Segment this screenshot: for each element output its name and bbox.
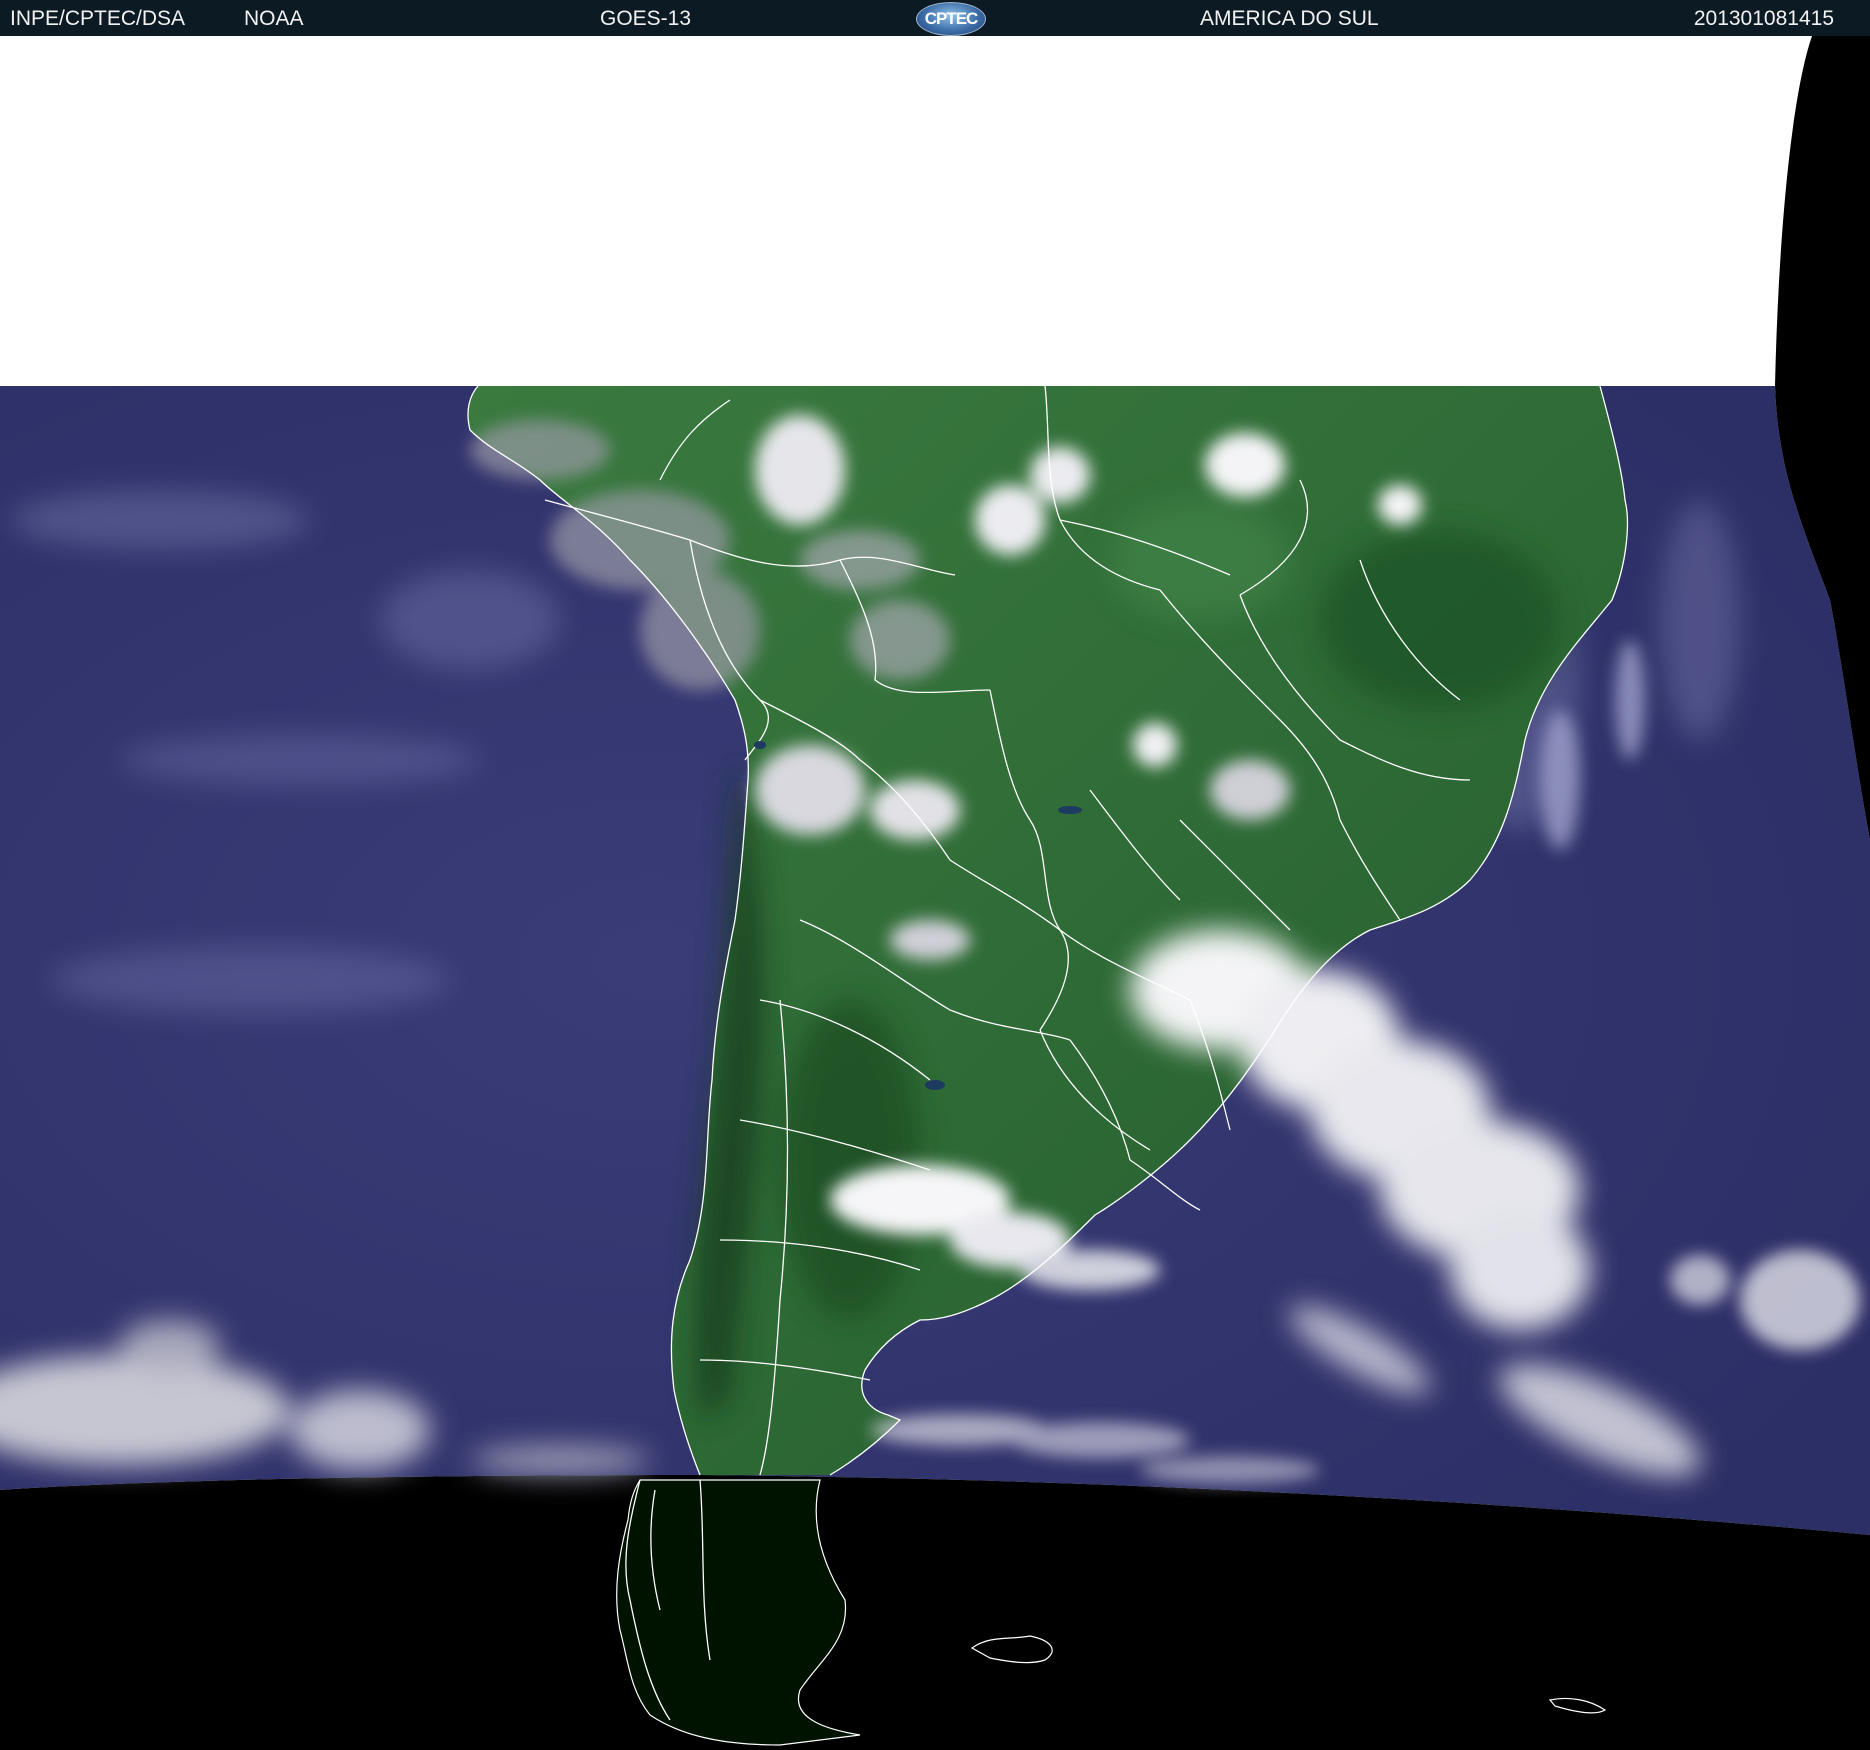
header-bar: INPE/CPTEC/DSA NOAA GOES-13 CPTEC AMERIC…	[0, 0, 1870, 36]
satellite-image-frame: INPE/CPTEC/DSA NOAA GOES-13 CPTEC AMERIC…	[0, 0, 1870, 1750]
header-agency: NOAA	[244, 7, 304, 30]
header-satellite: GOES-13	[600, 7, 692, 30]
header-region: AMERICA DO SUL	[1200, 7, 1379, 30]
cptec-logo-text: CPTEC	[924, 9, 979, 28]
header-timestamp: 201301081415	[1693, 7, 1834, 30]
night-area-bottom	[0, 1475, 1870, 1750]
cptec-logo: CPTEC	[916, 2, 986, 36]
satellite-imagery	[0, 36, 1870, 1750]
no-data-area	[0, 36, 1870, 386]
header-organization: INPE/CPTEC/DSA	[10, 7, 186, 30]
